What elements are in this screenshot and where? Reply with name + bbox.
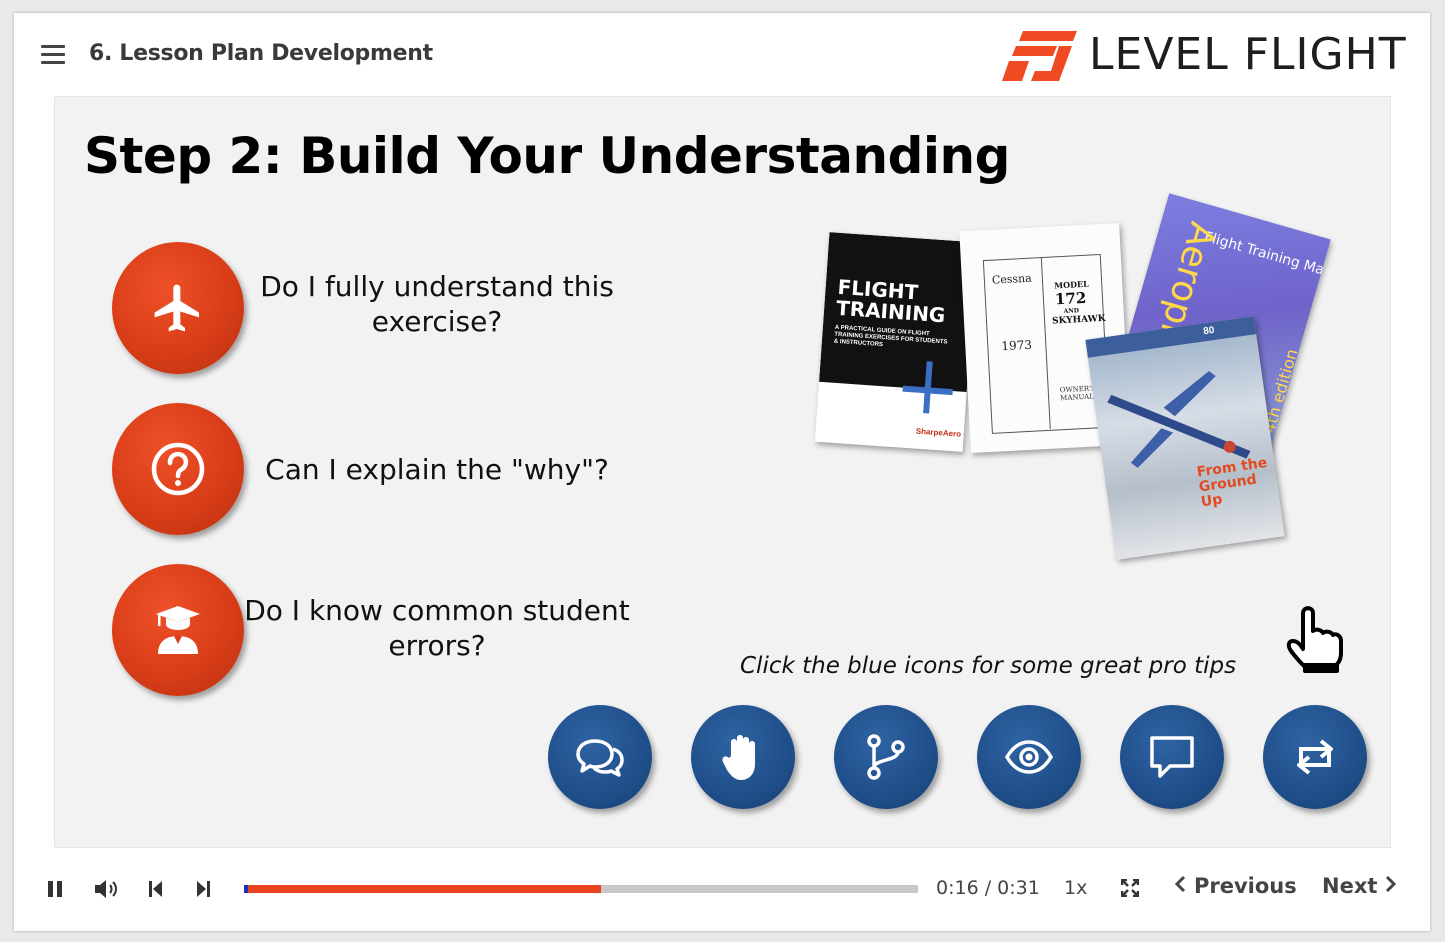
pause-icon[interactable] bbox=[46, 880, 64, 898]
chevron-left-icon bbox=[1174, 874, 1186, 898]
conversation-icon bbox=[576, 739, 624, 777]
graduate-icon bbox=[156, 606, 200, 654]
tip-button-repeat[interactable] bbox=[1263, 705, 1367, 809]
question-2-text: Can I explain the "why"? bbox=[265, 453, 609, 486]
pointing-hand-icon bbox=[1286, 606, 1343, 673]
small-plane-icon bbox=[902, 361, 953, 414]
chevron-right-icon bbox=[1385, 874, 1397, 898]
tip-button-discussion[interactable] bbox=[548, 705, 652, 809]
course-title: 6. Lesson Plan Development bbox=[89, 41, 433, 66]
question-3-badge bbox=[112, 564, 244, 696]
progress-fill bbox=[244, 885, 602, 893]
player-frame: 6. Lesson Plan Development LEVEL FLIGHT … bbox=[14, 13, 1430, 931]
book-collage: FLIGHT TRAINING A PRACTICAL GUIDE ON FLI… bbox=[800, 193, 1331, 587]
playback-speed[interactable]: 1x bbox=[1064, 877, 1087, 899]
book-flight-training: FLIGHT TRAINING A PRACTICAL GUIDE ON FLI… bbox=[814, 232, 978, 452]
question-3-text: Do I know common student errors? bbox=[244, 594, 630, 662]
book-from-the-ground-up: 80 From the Ground Up bbox=[1085, 316, 1285, 560]
player-controls: 0:16 / 0:31 1x Previous Next bbox=[14, 868, 1430, 908]
question-circle-icon bbox=[151, 442, 205, 496]
branch-icon bbox=[867, 734, 905, 780]
book-2-model-number: 172 bbox=[1054, 288, 1087, 309]
tip-button-stop[interactable] bbox=[691, 705, 795, 809]
volume-icon[interactable] bbox=[93, 878, 121, 900]
progress-start-marker bbox=[244, 885, 248, 893]
time-display: 0:16 / 0:31 bbox=[936, 877, 1040, 899]
skip-back-icon[interactable] bbox=[148, 880, 164, 898]
next-label: Next bbox=[1322, 874, 1378, 898]
question-1-badge bbox=[112, 242, 244, 374]
question-2-badge bbox=[112, 403, 244, 535]
tip-button-observe[interactable] bbox=[977, 705, 1081, 809]
book-4-edition-number: 80 bbox=[1202, 324, 1216, 338]
slide-canvas: Step 2: Build Your Understanding Do I fu… bbox=[54, 96, 1391, 848]
previous-label: Previous bbox=[1194, 874, 1297, 898]
airplane-icon bbox=[154, 284, 199, 332]
question-1-text: Do I fully understand this exercise? bbox=[260, 270, 614, 338]
book-2-model-and: AND bbox=[1063, 307, 1080, 315]
book-3-title: Flight Training Manual bbox=[1202, 228, 1331, 287]
logo-mark-icon bbox=[1002, 31, 1077, 81]
previous-button[interactable]: Previous bbox=[1174, 874, 1297, 898]
menu-icon[interactable] bbox=[41, 45, 65, 65]
hand-stop-icon bbox=[722, 735, 755, 780]
comment-icon bbox=[1150, 736, 1194, 778]
eye-icon bbox=[1004, 740, 1054, 774]
logo-text: LEVEL FLIGHT bbox=[1089, 29, 1407, 80]
logo: LEVEL FLIGHT bbox=[989, 25, 1409, 85]
fullscreen-icon[interactable] bbox=[1121, 879, 1139, 897]
slide-title: Step 2: Build Your Understanding bbox=[84, 127, 1010, 185]
book-1-title: FLIGHT TRAINING bbox=[835, 274, 947, 328]
progress-bar[interactable] bbox=[244, 885, 918, 893]
next-button[interactable]: Next bbox=[1322, 874, 1397, 898]
tip-button-branch[interactable] bbox=[834, 705, 938, 809]
book-2-year: 1973 bbox=[1001, 337, 1033, 354]
repeat-icon bbox=[1297, 739, 1333, 775]
book-4-title: From the Ground Up bbox=[1195, 454, 1269, 511]
book-2-brand: Cessna bbox=[991, 271, 1033, 287]
pro-tips-hint: Click the blue icons for some great pro … bbox=[740, 653, 1237, 679]
skip-forward-icon[interactable] bbox=[195, 880, 211, 898]
book-1-publisher: SharpeAero bbox=[915, 426, 962, 439]
tip-button-comment[interactable] bbox=[1120, 705, 1224, 809]
